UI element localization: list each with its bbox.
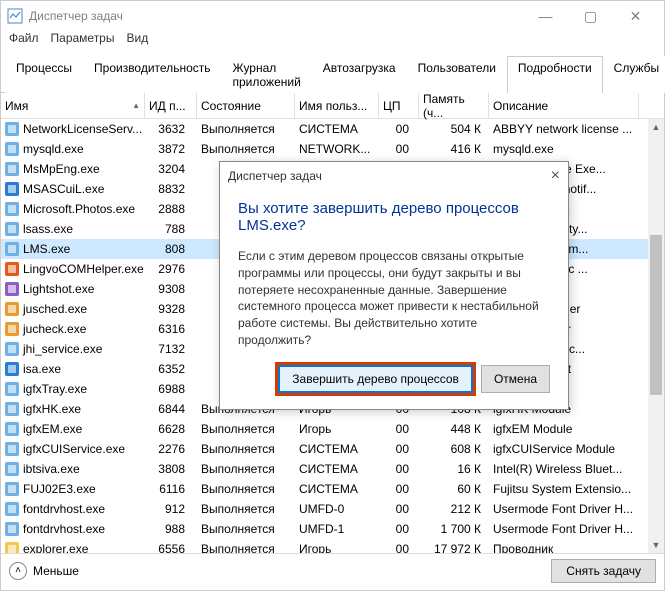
process-name: igfxCUIService.exe (23, 442, 125, 456)
process-name: NetworkLicenseServ... (23, 122, 142, 136)
process-name: FUJ02E3.exe (23, 482, 96, 496)
process-icon (5, 462, 19, 476)
fewer-details-label: Меньше (33, 564, 79, 578)
column-header[interactable]: ИД п... (145, 93, 197, 118)
column-headers: Имя▲ИД п...СостояниеИмя польз...ЦППамять… (1, 93, 664, 119)
process-icon (5, 242, 19, 256)
column-header[interactable]: Описание (489, 93, 639, 118)
process-name: isa.exe (23, 362, 61, 376)
tab[interactable]: Автозагрузка (312, 56, 407, 93)
menu-item[interactable]: Параметры (51, 31, 115, 51)
process-icon (5, 482, 19, 496)
process-name: jhi_service.exe (23, 342, 102, 356)
close-button[interactable]: ✕ (613, 2, 658, 30)
process-name: jusched.exe (23, 302, 87, 316)
column-header[interactable]: Имя польз... (295, 93, 379, 118)
process-icon (5, 262, 19, 276)
process-icon (5, 322, 19, 336)
scrollbar[interactable]: ▲ ▼ (648, 119, 664, 553)
process-icon (5, 502, 19, 516)
process-name: igfxTray.exe (23, 382, 87, 396)
table-row[interactable]: fontdrvhost.exe912ВыполняетсяUMFD-000212… (1, 499, 664, 519)
tab[interactable]: Службы (603, 56, 665, 93)
process-name: Lightshot.exe (23, 282, 94, 296)
dialog-heading: Вы хотите завершить дерево процессов LMS… (238, 200, 550, 234)
process-name: mysqld.exe (23, 142, 84, 156)
process-name: explorer.exe (23, 542, 88, 553)
process-icon (5, 222, 19, 236)
end-tree-button[interactable]: Завершить дерево процессов (278, 365, 473, 393)
process-name: jucheck.exe (23, 322, 86, 336)
tab[interactable]: Пользователи (407, 56, 507, 93)
process-icon (5, 522, 19, 536)
table-row[interactable]: igfxCUIService.exe2276ВыполняетсяСИСТЕМА… (1, 439, 664, 459)
process-name: LMS.exe (23, 242, 70, 256)
end-task-button[interactable]: Снять задачу (551, 559, 656, 583)
process-name: Microsoft.Photos.exe (23, 202, 135, 216)
menu-item[interactable]: Файл (9, 31, 39, 51)
process-name: fontdrvhost.exe (23, 502, 105, 516)
process-icon (5, 162, 19, 176)
process-icon (5, 382, 19, 396)
table-row[interactable]: igfxEM.exe6628ВыполняетсяИгорь00448 Кigf… (1, 419, 664, 439)
dialog-title: Диспетчер задач (228, 169, 322, 183)
window-title: Диспетчер задач (29, 9, 523, 23)
process-name: fontdrvhost.exe (23, 522, 105, 536)
fewer-details[interactable]: ˄ Меньше (9, 562, 79, 580)
menubar: Файл Параметры Вид (1, 31, 664, 51)
footer: ˄ Меньше Снять задачу (1, 553, 664, 587)
dialog-body-text: Если с этим деревом процессов связаны от… (238, 248, 550, 349)
process-name: ibtsiva.exe (23, 462, 80, 476)
tab[interactable]: Подробности (507, 56, 603, 93)
process-icon (5, 362, 19, 376)
table-row[interactable]: fontdrvhost.exe988ВыполняетсяUMFD-1001 7… (1, 519, 664, 539)
minimize-button[interactable]: — (523, 2, 568, 30)
process-name: MSASCuiL.exe (23, 182, 104, 196)
scroll-down-icon[interactable]: ▼ (648, 537, 664, 553)
process-icon (5, 402, 19, 416)
process-icon (5, 542, 19, 553)
titlebar: Диспетчер задач — ▢ ✕ (1, 1, 664, 31)
process-icon (5, 442, 19, 456)
process-icon (5, 302, 19, 316)
process-name: MsMpEng.exe (23, 162, 100, 176)
app-icon (7, 8, 23, 24)
table-row[interactable]: ibtsiva.exe3808ВыполняетсяСИСТЕМА0016 КI… (1, 459, 664, 479)
dialog-close-button[interactable]: × (551, 167, 560, 185)
column-header[interactable]: ЦП (379, 93, 419, 118)
process-name: LingvoCOMHelper.exe (23, 262, 144, 276)
process-icon (5, 122, 19, 136)
table-row[interactable]: mysqld.exe3872ВыполняетсяNETWORK...00416… (1, 139, 664, 159)
menu-item[interactable]: Вид (126, 31, 148, 51)
sort-icon: ▲ (132, 101, 140, 110)
maximize-button[interactable]: ▢ (568, 2, 613, 30)
tab[interactable]: Производительность (83, 56, 221, 93)
dialog-titlebar: Диспетчер задач × (220, 162, 568, 190)
process-icon (5, 142, 19, 156)
process-name: igfxEM.exe (23, 422, 82, 436)
column-header[interactable]: Имя▲ (1, 93, 145, 118)
table-row[interactable]: NetworkLicenseServ...3632ВыполняетсяСИСТ… (1, 119, 664, 139)
tab[interactable]: Журнал приложений (222, 56, 312, 93)
scroll-up-icon[interactable]: ▲ (648, 119, 664, 135)
process-icon (5, 282, 19, 296)
table-row[interactable]: FUJ02E3.exe6116ВыполняетсяСИСТЕМА0060 КF… (1, 479, 664, 499)
tabs: ПроцессыПроизводительностьЖурнал приложе… (1, 55, 664, 93)
process-name: lsass.exe (23, 222, 73, 236)
window-buttons: — ▢ ✕ (523, 2, 658, 30)
process-icon (5, 182, 19, 196)
process-icon (5, 422, 19, 436)
column-header[interactable]: Память (ч... (419, 93, 489, 118)
column-header[interactable]: Состояние (197, 93, 295, 118)
table-row[interactable]: explorer.exe6556ВыполняетсяИгорь0017 972… (1, 539, 664, 553)
process-icon (5, 342, 19, 356)
chevron-up-icon: ˄ (9, 562, 27, 580)
scroll-thumb[interactable] (650, 235, 662, 395)
process-name: igfxHK.exe (23, 402, 81, 416)
process-icon (5, 202, 19, 216)
tab[interactable]: Процессы (5, 56, 83, 93)
cancel-button[interactable]: Отмена (481, 365, 550, 393)
confirm-dialog: Диспетчер задач × Вы хотите завершить де… (219, 161, 569, 410)
